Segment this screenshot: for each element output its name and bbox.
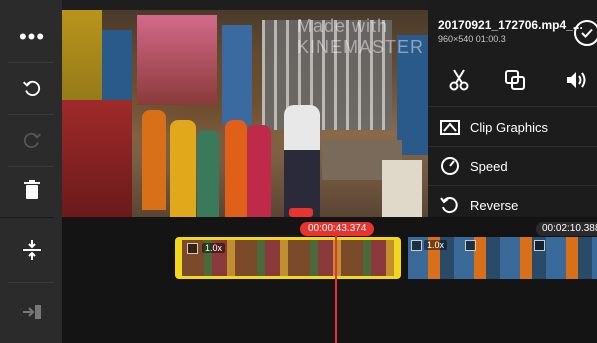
delete-icon xyxy=(24,180,40,199)
check-icon xyxy=(581,28,593,38)
trim-handle-right[interactable] xyxy=(394,248,398,268)
delete-button[interactable] xyxy=(10,168,54,212)
menu-item-label: Speed xyxy=(470,158,508,174)
menu-item-clip-graphics[interactable]: Clip Graphics xyxy=(428,108,597,146)
more-button[interactable]: ••• xyxy=(10,15,54,59)
jump-to-end-button[interactable] xyxy=(10,290,54,334)
speed-tag: 1.0x xyxy=(202,243,226,253)
redo-icon xyxy=(23,132,41,149)
scene-person xyxy=(247,125,271,217)
done-button[interactable] xyxy=(574,20,597,46)
volume-icon xyxy=(567,72,586,88)
divider xyxy=(8,166,54,167)
redo-button[interactable] xyxy=(10,118,54,162)
timeline-expand-button[interactable] xyxy=(10,228,54,272)
scene-person xyxy=(225,120,247,217)
scissors-icon xyxy=(449,69,469,91)
scene-shrine xyxy=(62,100,132,217)
scene-panel xyxy=(222,25,252,125)
scene-decor xyxy=(137,15,217,105)
selected-clip[interactable]: 1.0x xyxy=(175,237,401,279)
clip-file-name: 20170921_172706.mp4_... xyxy=(438,18,583,32)
divider xyxy=(428,106,597,107)
divider xyxy=(8,114,54,115)
menu-item-label: Clip Graphics xyxy=(470,119,549,135)
clip-type-icon xyxy=(534,240,545,251)
scene-person xyxy=(197,130,219,217)
reverse-icon xyxy=(440,195,460,215)
clip-type-icon xyxy=(465,240,476,251)
scene-person xyxy=(284,105,320,217)
speed-icon xyxy=(440,156,460,176)
clip-options-panel: 20170921_172706.mp4_... 960×540 01:00.3 … xyxy=(428,0,597,217)
next-clip[interactable]: 1.0x xyxy=(408,237,597,279)
current-time: 00:00:43.374 xyxy=(300,222,375,236)
crop-pan-button[interactable] xyxy=(490,60,540,100)
playhead-marker xyxy=(289,208,313,217)
clip-type-icon xyxy=(411,240,422,251)
left-toolbar: ••• xyxy=(0,0,62,343)
jump-to-end-icon xyxy=(23,305,41,319)
timeline[interactable]: 00:00:43.374 00:02:10.388 1.0x 1.0x xyxy=(62,217,597,343)
crop-pan-icon xyxy=(505,70,525,90)
split-button[interactable] xyxy=(434,60,484,100)
clip-meta: 960×540 01:00.3 xyxy=(438,34,506,44)
trim-handle-left[interactable] xyxy=(178,248,182,268)
clip-type-icon xyxy=(187,243,198,254)
playhead[interactable] xyxy=(335,236,337,343)
menu-item-label: Reverse xyxy=(470,197,519,213)
divider xyxy=(0,217,54,218)
watermark: Made with KINEMASTER xyxy=(297,16,425,57)
undo-icon xyxy=(23,80,41,97)
expand-timeline-icon xyxy=(23,240,41,260)
scene-person xyxy=(170,120,196,217)
undo-button[interactable] xyxy=(10,66,54,110)
scene-person xyxy=(142,110,166,210)
end-time: 00:02:10.388 xyxy=(536,222,597,236)
divider xyxy=(8,62,54,63)
menu-item-speed[interactable]: Speed xyxy=(428,147,597,185)
volume-button[interactable] xyxy=(552,60,597,100)
scene-chair xyxy=(382,160,422,217)
video-preview[interactable]: Made with KINEMASTER xyxy=(62,10,428,217)
more-icon: ••• xyxy=(18,24,46,49)
speed-tag: 1.0x xyxy=(424,240,448,250)
clip-graphics-icon xyxy=(440,117,460,137)
divider xyxy=(8,282,54,283)
